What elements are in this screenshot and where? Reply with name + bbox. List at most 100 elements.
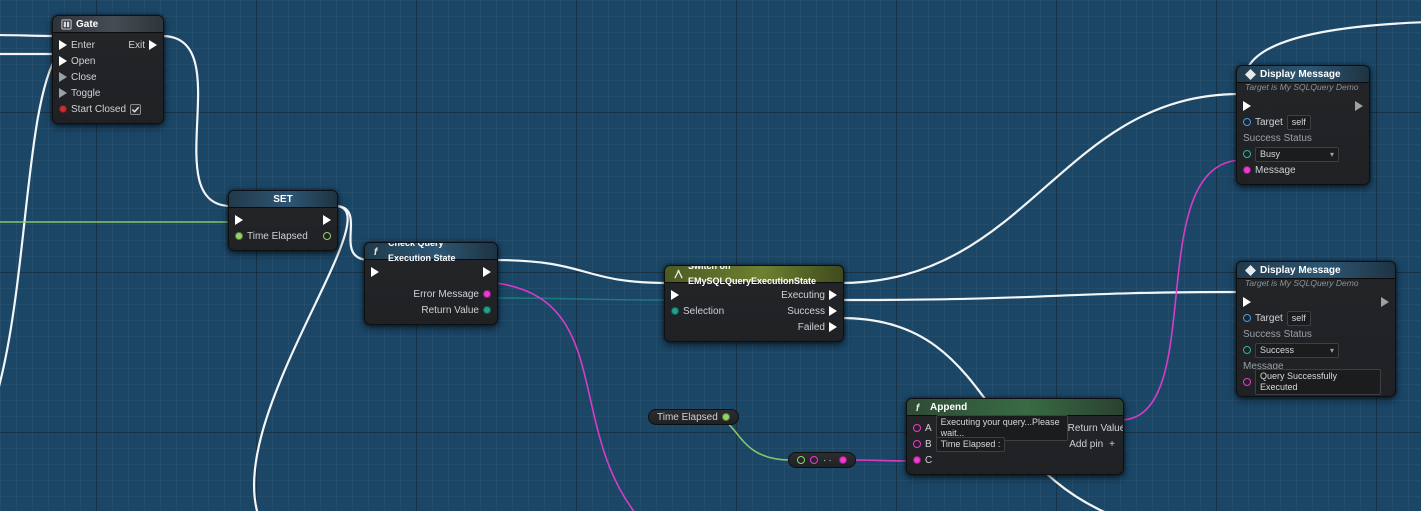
time-elapsed-label: Time Elapsed bbox=[657, 412, 718, 423]
append-a-pin[interactable] bbox=[913, 424, 921, 432]
check-error-label: Error Message bbox=[413, 289, 479, 300]
gate-icon bbox=[61, 19, 72, 30]
event-icon bbox=[1245, 265, 1256, 276]
gate-enter-label: Enter bbox=[71, 40, 95, 51]
append-b-pin[interactable] bbox=[913, 440, 921, 448]
check-exec-in[interactable] bbox=[371, 267, 379, 277]
gate-open-pin[interactable] bbox=[59, 56, 67, 66]
display1-status-pin[interactable] bbox=[1243, 150, 1251, 158]
gate-close-pin[interactable] bbox=[59, 72, 67, 82]
append-a-label: A bbox=[925, 423, 932, 434]
switch-header: Switch on EMySQLQueryExecutionState bbox=[665, 266, 843, 283]
check-query-header: f Check Query Execution State bbox=[365, 243, 497, 260]
set-exec-in[interactable] bbox=[235, 215, 243, 225]
display1-exec-in[interactable] bbox=[1243, 101, 1251, 111]
check-exec-out[interactable] bbox=[483, 267, 491, 277]
gate-exit-pin[interactable] bbox=[149, 40, 157, 50]
display2-title: Display Message bbox=[1260, 263, 1341, 278]
switch-out2-label: Success bbox=[787, 306, 825, 317]
display2-status-label: Success Status bbox=[1243, 329, 1312, 340]
display2-target-value[interactable]: self bbox=[1287, 311, 1311, 326]
switch-executing-pin[interactable] bbox=[829, 290, 837, 300]
set-var-out-pin[interactable] bbox=[323, 232, 331, 240]
check-return-pin[interactable] bbox=[483, 306, 491, 314]
concat-out[interactable] bbox=[839, 456, 847, 464]
time-elapsed-getter[interactable]: Time Elapsed bbox=[648, 409, 739, 425]
switch-out3-label: Failed bbox=[798, 322, 825, 333]
gate-close-label: Close bbox=[71, 72, 97, 83]
display1-target-value[interactable]: self bbox=[1287, 115, 1311, 130]
set-node[interactable]: SET Time Elapsed bbox=[228, 190, 338, 251]
display2-exec-in[interactable] bbox=[1243, 297, 1251, 307]
display1-header: Display Message bbox=[1237, 66, 1369, 83]
display-message-2-node[interactable]: Display Message Target is My SQLQuery De… bbox=[1236, 261, 1396, 397]
gate-header: Gate bbox=[53, 16, 163, 33]
gate-startclosed-label: Start Closed bbox=[71, 104, 126, 115]
gate-toggle-label: Toggle bbox=[71, 88, 100, 99]
function-icon: f bbox=[915, 402, 926, 413]
set-var-in-pin[interactable] bbox=[235, 232, 243, 240]
append-addpin-button[interactable]: + bbox=[1107, 439, 1117, 450]
switch-icon bbox=[673, 269, 684, 280]
function-icon: f bbox=[373, 246, 384, 257]
concat-in-b[interactable] bbox=[810, 456, 818, 464]
set-exec-out[interactable] bbox=[323, 215, 331, 225]
gate-toggle-pin[interactable] bbox=[59, 88, 67, 98]
check-return-label: Return Value bbox=[421, 305, 479, 316]
display1-message-pin[interactable] bbox=[1243, 166, 1251, 174]
set-title: SET bbox=[273, 192, 292, 207]
gate-startclosed-pin[interactable] bbox=[59, 105, 67, 113]
event-icon bbox=[1245, 69, 1256, 80]
gate-startclosed-checkbox[interactable] bbox=[130, 104, 141, 115]
append-c-label: C bbox=[925, 455, 932, 466]
concat-symbol: ·· bbox=[823, 455, 834, 466]
append-b-label: B bbox=[925, 439, 932, 450]
switch-selection-label: Selection bbox=[683, 306, 724, 317]
time-elapsed-out-pin[interactable] bbox=[722, 413, 730, 421]
switch-selection-pin[interactable] bbox=[671, 307, 679, 315]
check-error-pin[interactable] bbox=[483, 290, 491, 298]
append-c-pin[interactable] bbox=[913, 456, 921, 464]
append-node[interactable]: f Append A Executing your query...Please… bbox=[906, 398, 1124, 475]
display1-title: Display Message bbox=[1260, 67, 1341, 82]
display2-exec-out[interactable] bbox=[1381, 297, 1389, 307]
display2-status-value: Success bbox=[1260, 345, 1294, 356]
switch-exec-in[interactable] bbox=[671, 290, 679, 300]
gate-title: Gate bbox=[76, 17, 98, 32]
switch-failed-pin[interactable] bbox=[829, 322, 837, 332]
set-var-label: Time Elapsed bbox=[247, 231, 308, 242]
append-title: Append bbox=[930, 400, 967, 415]
display1-target-pin[interactable] bbox=[1243, 118, 1251, 126]
display2-status-dropdown[interactable]: Success bbox=[1255, 343, 1339, 358]
display2-target-label: Target bbox=[1255, 313, 1283, 324]
append-b-value[interactable]: Time Elapsed : bbox=[936, 437, 1006, 452]
display2-status-pin[interactable] bbox=[1243, 346, 1251, 354]
display2-message-value[interactable]: Query Successfully Executed bbox=[1255, 369, 1381, 395]
blueprint-canvas[interactable] bbox=[0, 0, 1421, 511]
display1-target-label: Target bbox=[1255, 117, 1283, 128]
gate-open-label: Open bbox=[71, 56, 95, 67]
switch-out1-label: Executing bbox=[781, 290, 825, 301]
append-addpin-label: Add pin bbox=[1069, 439, 1103, 450]
display1-exec-out[interactable] bbox=[1355, 101, 1363, 111]
switch-success-pin[interactable] bbox=[829, 306, 837, 316]
svg-text:f: f bbox=[374, 247, 379, 257]
display1-subtitle: Target is My SQLQuery Demo bbox=[1237, 82, 1369, 94]
display2-message-pin[interactable] bbox=[1243, 378, 1251, 386]
switch-node[interactable]: Switch on EMySQLQueryExecutionState Exec… bbox=[664, 265, 844, 342]
check-query-node[interactable]: f Check Query Execution State Error Mess… bbox=[364, 242, 498, 325]
display1-message-label: Message bbox=[1255, 165, 1296, 176]
append-header: f Append bbox=[907, 399, 1123, 416]
display1-status-dropdown[interactable]: Busy bbox=[1255, 147, 1339, 162]
gate-enter-pin[interactable] bbox=[59, 40, 67, 50]
display2-target-pin[interactable] bbox=[1243, 314, 1251, 322]
display1-status-value: Busy bbox=[1260, 149, 1280, 160]
concat-in-a[interactable] bbox=[797, 456, 805, 464]
display-message-1-node[interactable]: Display Message Target is My SQLQuery De… bbox=[1236, 65, 1370, 185]
svg-text:f: f bbox=[916, 403, 921, 413]
gate-exit-label: Exit bbox=[128, 40, 145, 51]
string-concat-mini[interactable]: ·· bbox=[788, 452, 856, 468]
gate-node[interactable]: Gate Enter Exit Open Close Toggle Start … bbox=[52, 15, 164, 124]
display1-status-label: Success Status bbox=[1243, 133, 1312, 144]
display2-subtitle: Target is My SQLQuery Demo bbox=[1237, 278, 1395, 290]
